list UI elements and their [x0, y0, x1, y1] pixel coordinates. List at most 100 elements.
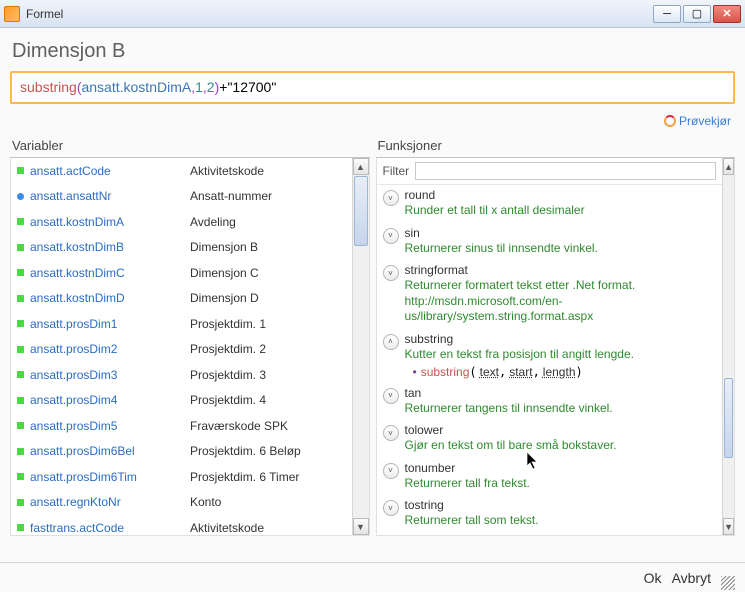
- chevron-down-icon[interactable]: ˅: [383, 388, 399, 404]
- variable-name: ansatt.prosDim3: [30, 368, 190, 382]
- variable-name: ansatt.kostnDimC: [30, 266, 190, 280]
- variable-row[interactable]: ansatt.kostnDimDDimensjon D: [11, 286, 352, 312]
- variable-name: ansatt.ansattNr: [30, 189, 190, 203]
- function-item[interactable]: ˅tonumberReturnerer tall fra tekst.: [377, 458, 723, 496]
- scroll-thumb[interactable]: [724, 378, 733, 458]
- square-icon: [17, 473, 24, 480]
- function-item[interactable]: ˅tostringReturnerer tall som tekst.: [377, 495, 723, 533]
- variable-row[interactable]: ansatt.kostnDimCDimensjon C: [11, 260, 352, 286]
- function-signature: •substring(text,start,length): [405, 365, 719, 379]
- ok-button[interactable]: Ok: [644, 570, 662, 586]
- testrun-row: Prøvekjør: [10, 112, 731, 130]
- scroll-up-button[interactable]: ▲: [723, 158, 734, 175]
- functions-panel: Funksjoner Filter ˅roundRunder et tall t…: [376, 136, 736, 536]
- variable-row[interactable]: ansatt.prosDim3Prosjektdim. 3: [11, 362, 352, 388]
- variable-row[interactable]: ansatt.prosDim1Prosjektdim. 1: [11, 311, 352, 337]
- variable-row[interactable]: ansatt.prosDim6BelProsjektdim. 6 Beløp: [11, 439, 352, 465]
- functions-list[interactable]: ˅roundRunder et tall til x antall desima…: [377, 185, 723, 535]
- variable-desc: Prosjektdim. 2: [190, 342, 266, 356]
- functions-scrollbar[interactable]: ▲ ▼: [722, 158, 734, 535]
- minimize-button[interactable]: ─: [653, 5, 681, 23]
- variables-list[interactable]: ansatt.actCodeAktivitetskodeansatt.ansat…: [11, 158, 352, 535]
- function-desc: Kutter en tekst fra posisjon til angitt …: [405, 347, 719, 363]
- variable-row[interactable]: ansatt.actCodeAktivitetskode: [11, 158, 352, 184]
- square-icon: [17, 499, 24, 506]
- scroll-down-button[interactable]: ▼: [353, 518, 369, 535]
- formula-input[interactable]: substring(ansatt.kostnDimA,1,2)+"12700": [10, 71, 735, 104]
- variable-row[interactable]: ansatt.prosDim4Prosjektdim. 4: [11, 388, 352, 414]
- variable-desc: Konto: [190, 495, 221, 509]
- formula-str: "12700": [227, 79, 276, 95]
- resize-grip[interactable]: [721, 576, 735, 590]
- variable-row[interactable]: ansatt.ansattNrAnsatt-nummer: [11, 184, 352, 210]
- function-item[interactable]: ˅stringformatReturnerer formatert tekst …: [377, 260, 723, 329]
- variable-row[interactable]: ansatt.kostnDimAAvdeling: [11, 209, 352, 235]
- function-title: stringformat: [405, 263, 719, 277]
- maximize-button[interactable]: ▢: [683, 5, 711, 23]
- function-title: round: [405, 188, 719, 202]
- variable-desc: Fraværskode SPK: [190, 419, 288, 433]
- footer: Ok Avbryt: [0, 562, 745, 592]
- function-desc: Returnerer sinus til innsendte vinkel.: [405, 241, 719, 257]
- function-item[interactable]: ˅tolowerGjør en tekst om til bare små bo…: [377, 420, 723, 458]
- square-icon: [17, 244, 24, 251]
- titlebar: Formel ─ ▢ ✕: [0, 0, 745, 28]
- formula-fn: substring: [20, 79, 77, 95]
- variable-desc: Avdeling: [190, 215, 236, 229]
- variable-desc: Dimensjon B: [190, 240, 258, 254]
- testrun-link[interactable]: Prøvekjør: [664, 114, 731, 128]
- variable-name: ansatt.prosDim6Tim: [30, 470, 190, 484]
- variable-name: ansatt.actCode: [30, 164, 190, 178]
- variable-desc: Prosjektdim. 3: [190, 368, 266, 382]
- variable-row[interactable]: ansatt.regnKtoNrKonto: [11, 490, 352, 516]
- scroll-thumb[interactable]: [354, 176, 368, 246]
- close-button[interactable]: ✕: [713, 5, 741, 23]
- filter-row: Filter: [377, 158, 723, 185]
- chevron-down-icon[interactable]: ˅: [383, 500, 399, 516]
- variable-row[interactable]: ansatt.prosDim5Fraværskode SPK: [11, 413, 352, 439]
- function-title: sin: [405, 226, 719, 240]
- function-desc: Returnerer tall som tekst.: [405, 513, 719, 529]
- scroll-up-button[interactable]: ▲: [353, 158, 369, 175]
- square-icon: [17, 422, 24, 429]
- square-icon: [17, 448, 24, 455]
- variable-desc: Prosjektdim. 6 Beløp: [190, 444, 301, 458]
- chevron-down-icon[interactable]: ˅: [383, 190, 399, 206]
- variable-desc: Dimensjon D: [190, 291, 259, 305]
- square-icon: [17, 524, 24, 531]
- variables-scrollbar[interactable]: ▲ ▼: [352, 158, 369, 535]
- function-item[interactable]: ˅tostringinvariant: [377, 533, 723, 535]
- square-icon: [17, 295, 24, 302]
- functions-body: Filter ˅roundRunder et tall til x antall…: [376, 158, 736, 536]
- function-item[interactable]: ˅ tanReturnerer tangens til innsendte vin…: [377, 383, 723, 421]
- variable-row[interactable]: ansatt.kostnDimBDimensjon B: [11, 235, 352, 261]
- function-desc: Returnerer tall fra tekst.: [405, 476, 719, 492]
- function-desc: Returnerer tangens til innsendte vinkel.: [405, 401, 719, 417]
- variable-row[interactable]: ansatt.prosDim6TimProsjektdim. 6 Timer: [11, 464, 352, 490]
- app-icon: [4, 6, 20, 22]
- refresh-icon: [664, 115, 676, 127]
- square-icon: [17, 346, 24, 353]
- function-item[interactable]: ˅roundRunder et tall til x antall desima…: [377, 185, 723, 223]
- variable-row[interactable]: ansatt.prosDim2Prosjektdim. 2: [11, 337, 352, 363]
- filter-input[interactable]: [415, 162, 716, 180]
- variable-name: fasttrans.actCode: [30, 521, 190, 535]
- function-item[interactable]: ˅ sinReturnerer sinus til innsendte vinke…: [377, 223, 723, 261]
- chevron-down-icon[interactable]: ˅: [383, 425, 399, 441]
- content-area: Dimensjon B substring(ansatt.kostnDimA,1…: [0, 28, 745, 562]
- functions-inner: Filter ˅roundRunder et tall til x antall…: [377, 158, 723, 535]
- variable-name: ansatt.prosDim5: [30, 419, 190, 433]
- chevron-down-icon[interactable]: ˅: [383, 463, 399, 479]
- square-icon: [17, 167, 24, 174]
- chevron-down-icon[interactable]: ˅: [383, 228, 399, 244]
- panels: Variabler ansatt.actCodeAktivitetskodean…: [10, 136, 735, 536]
- scroll-down-button[interactable]: ▼: [723, 518, 734, 535]
- variables-panel: Variabler ansatt.actCodeAktivitetskodean…: [10, 136, 370, 536]
- function-item[interactable]: ˄substringKutter en tekst fra posisjon t…: [377, 329, 723, 383]
- function-title: tan: [405, 386, 719, 400]
- cancel-button[interactable]: Avbryt: [672, 570, 711, 586]
- chevron-up-icon[interactable]: ˄: [383, 334, 399, 350]
- chevron-down-icon[interactable]: ˅: [383, 265, 399, 281]
- variable-row[interactable]: fasttrans.actCodeAktivitetskode: [11, 515, 352, 535]
- page-title: Dimensjon B: [12, 40, 735, 63]
